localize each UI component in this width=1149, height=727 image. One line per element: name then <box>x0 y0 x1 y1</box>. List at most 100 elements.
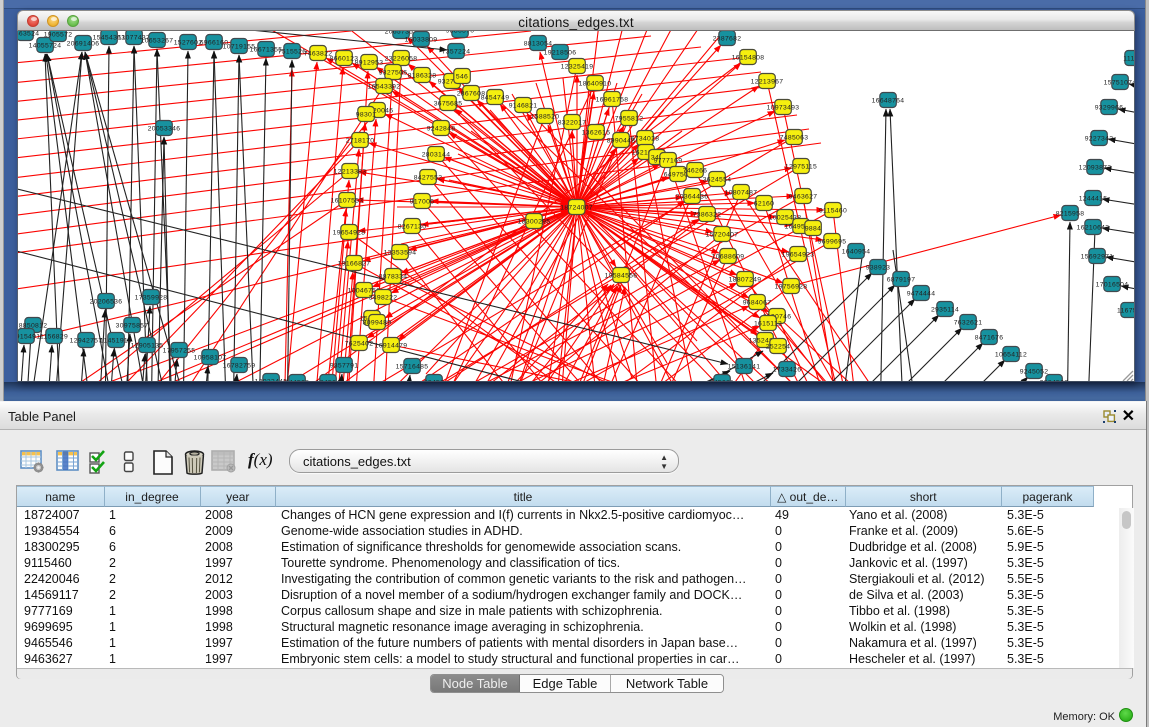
svg-text:9146821: 9146821 <box>509 102 538 109</box>
svg-text:1244415: 1244415 <box>1079 195 1108 202</box>
svg-text:19218506: 19218506 <box>544 49 577 56</box>
svg-text:1362615: 1362615 <box>582 129 611 136</box>
svg-text:8471676: 8471676 <box>975 334 1004 341</box>
svg-text:9884: 9884 <box>805 225 821 232</box>
svg-text:9115460: 9115460 <box>819 207 847 214</box>
svg-text:9777169: 9777169 <box>654 157 683 164</box>
svg-text:6879197: 6879197 <box>887 276 916 283</box>
svg-text:938923: 938923 <box>866 264 890 271</box>
svg-text:20053346: 20053346 <box>148 125 181 132</box>
svg-text:546: 546 <box>456 73 468 80</box>
svg-text:3498222: 3498222 <box>369 294 398 301</box>
svg-text:9245052: 9245052 <box>1020 368 1049 375</box>
svg-text:30975857: 30975857 <box>116 322 149 329</box>
svg-text:10958107: 10958107 <box>194 354 227 361</box>
svg-text:9327506: 9327506 <box>379 69 408 76</box>
svg-text:12213967: 12213967 <box>751 78 784 85</box>
svg-text:18807249: 18807249 <box>729 276 762 283</box>
svg-text:8878334: 8878334 <box>379 273 408 280</box>
svg-text:13353594: 13353594 <box>384 249 417 256</box>
svg-text:9699695: 9699695 <box>818 238 847 245</box>
svg-text:17957255: 17957255 <box>163 347 196 354</box>
svg-text:7463822: 7463822 <box>304 50 333 57</box>
svg-text:845021: 845021 <box>710 379 734 382</box>
svg-text:98301: 98301 <box>356 111 376 118</box>
svg-text:8454749: 8454749 <box>481 94 510 101</box>
svg-text:12325419: 12325419 <box>561 63 594 70</box>
svg-text:1527602: 1527602 <box>174 39 203 46</box>
svg-text:10688609: 10688609 <box>712 253 745 260</box>
svg-text:1588520: 1588520 <box>531 113 560 120</box>
svg-text:9329966: 9329966 <box>1095 104 1124 111</box>
svg-text:7955812: 7955812 <box>615 115 644 122</box>
svg-text:8215958: 8215958 <box>1056 210 1085 217</box>
svg-text:15716485: 15716485 <box>396 363 429 370</box>
svg-text:19654928: 19654928 <box>333 229 366 236</box>
svg-text:16154808: 16154808 <box>732 54 765 61</box>
svg-text:9474444: 9474444 <box>907 290 936 297</box>
svg-text:7632621: 7632621 <box>954 319 983 326</box>
svg-text:917006: 917006 <box>410 198 434 205</box>
svg-text:6734028: 6734028 <box>631 135 660 142</box>
svg-text:15720407: 15720407 <box>706 231 739 238</box>
svg-text:16648764: 16648764 <box>872 97 905 104</box>
svg-text:18300295: 18300295 <box>518 218 551 225</box>
svg-text:116753: 116753 <box>1117 307 1135 314</box>
svg-text:10654112: 10654112 <box>995 351 1027 358</box>
svg-text:16782759: 16782759 <box>223 362 256 369</box>
svg-text:7485063: 7485063 <box>780 134 809 141</box>
svg-text:16210643: 16210643 <box>1077 224 1110 231</box>
svg-text:16033809: 16033809 <box>405 36 438 43</box>
svg-text:18640910: 18640910 <box>579 80 612 87</box>
svg-text:2803144: 2803144 <box>422 151 451 158</box>
svg-text:19166827: 19166827 <box>338 260 371 267</box>
svg-text:10653267: 10653267 <box>141 37 174 44</box>
svg-text:20364436: 20364436 <box>676 193 709 200</box>
svg-text:23226058: 23226058 <box>385 55 418 62</box>
svg-text:9824502: 9824502 <box>1040 379 1069 382</box>
svg-text:16914479: 16914479 <box>375 342 408 349</box>
svg-text:12923445: 12923445 <box>255 378 288 382</box>
svg-text:18724007: 18724007 <box>560 204 593 211</box>
svg-text:15136141: 15136141 <box>728 363 761 370</box>
svg-text:7386322: 7386322 <box>693 211 722 218</box>
svg-text:124504: 124504 <box>316 379 340 382</box>
svg-text:2935114: 2935114 <box>931 306 959 313</box>
svg-text:1156829: 1156829 <box>40 333 68 340</box>
svg-text:252254: 252254 <box>766 343 790 350</box>
svg-text:9886370: 9886370 <box>446 31 475 34</box>
svg-text:11124: 11124 <box>1123 55 1135 62</box>
svg-text:1663524: 1663524 <box>18 31 39 37</box>
svg-text:3675685: 3675685 <box>434 100 463 107</box>
svg-text:16107553: 16107553 <box>331 197 364 204</box>
svg-text:15692971: 15692971 <box>1081 253 1114 260</box>
svg-text:8099489: 8099489 <box>363 319 392 326</box>
svg-text:2718170: 2718170 <box>346 137 375 144</box>
svg-text:9684067: 9684067 <box>743 299 772 306</box>
svg-text:1733426: 1733426 <box>773 366 802 373</box>
svg-text:8912953: 8912953 <box>355 59 384 66</box>
svg-text:16961758: 16961758 <box>596 96 629 103</box>
svg-text:12942757: 12942757 <box>70 337 103 344</box>
svg-text:20206536: 20206536 <box>90 298 123 305</box>
svg-text:8267130: 8267130 <box>398 223 427 230</box>
svg-text:12093872: 12093872 <box>1079 164 1112 171</box>
svg-text:746266: 746266 <box>683 167 707 174</box>
svg-text:8322017: 8322017 <box>558 119 587 126</box>
svg-text:10973493: 10973493 <box>767 104 800 111</box>
svg-text:17359928: 17359928 <box>135 294 168 301</box>
svg-text:9857791: 9857791 <box>330 362 359 369</box>
svg-text:1640954: 1640954 <box>842 248 871 255</box>
svg-text:16543392: 16543392 <box>368 83 401 90</box>
svg-text:19756928: 19756928 <box>775 283 808 290</box>
svg-text:1905572: 1905572 <box>44 31 73 38</box>
svg-text:9227342: 9227342 <box>1085 135 1114 142</box>
svg-text:19654923: 19654923 <box>782 251 815 258</box>
svg-text:8813054: 8813054 <box>524 40 553 47</box>
svg-text:92450: 92450 <box>424 379 444 382</box>
svg-text:62160: 62160 <box>754 200 774 207</box>
svg-text:7625402: 7625402 <box>345 340 374 347</box>
svg-text:2387682: 2387682 <box>713 35 742 42</box>
svg-text:7357224: 7357224 <box>442 48 471 55</box>
svg-text:12905135: 12905135 <box>131 342 164 349</box>
